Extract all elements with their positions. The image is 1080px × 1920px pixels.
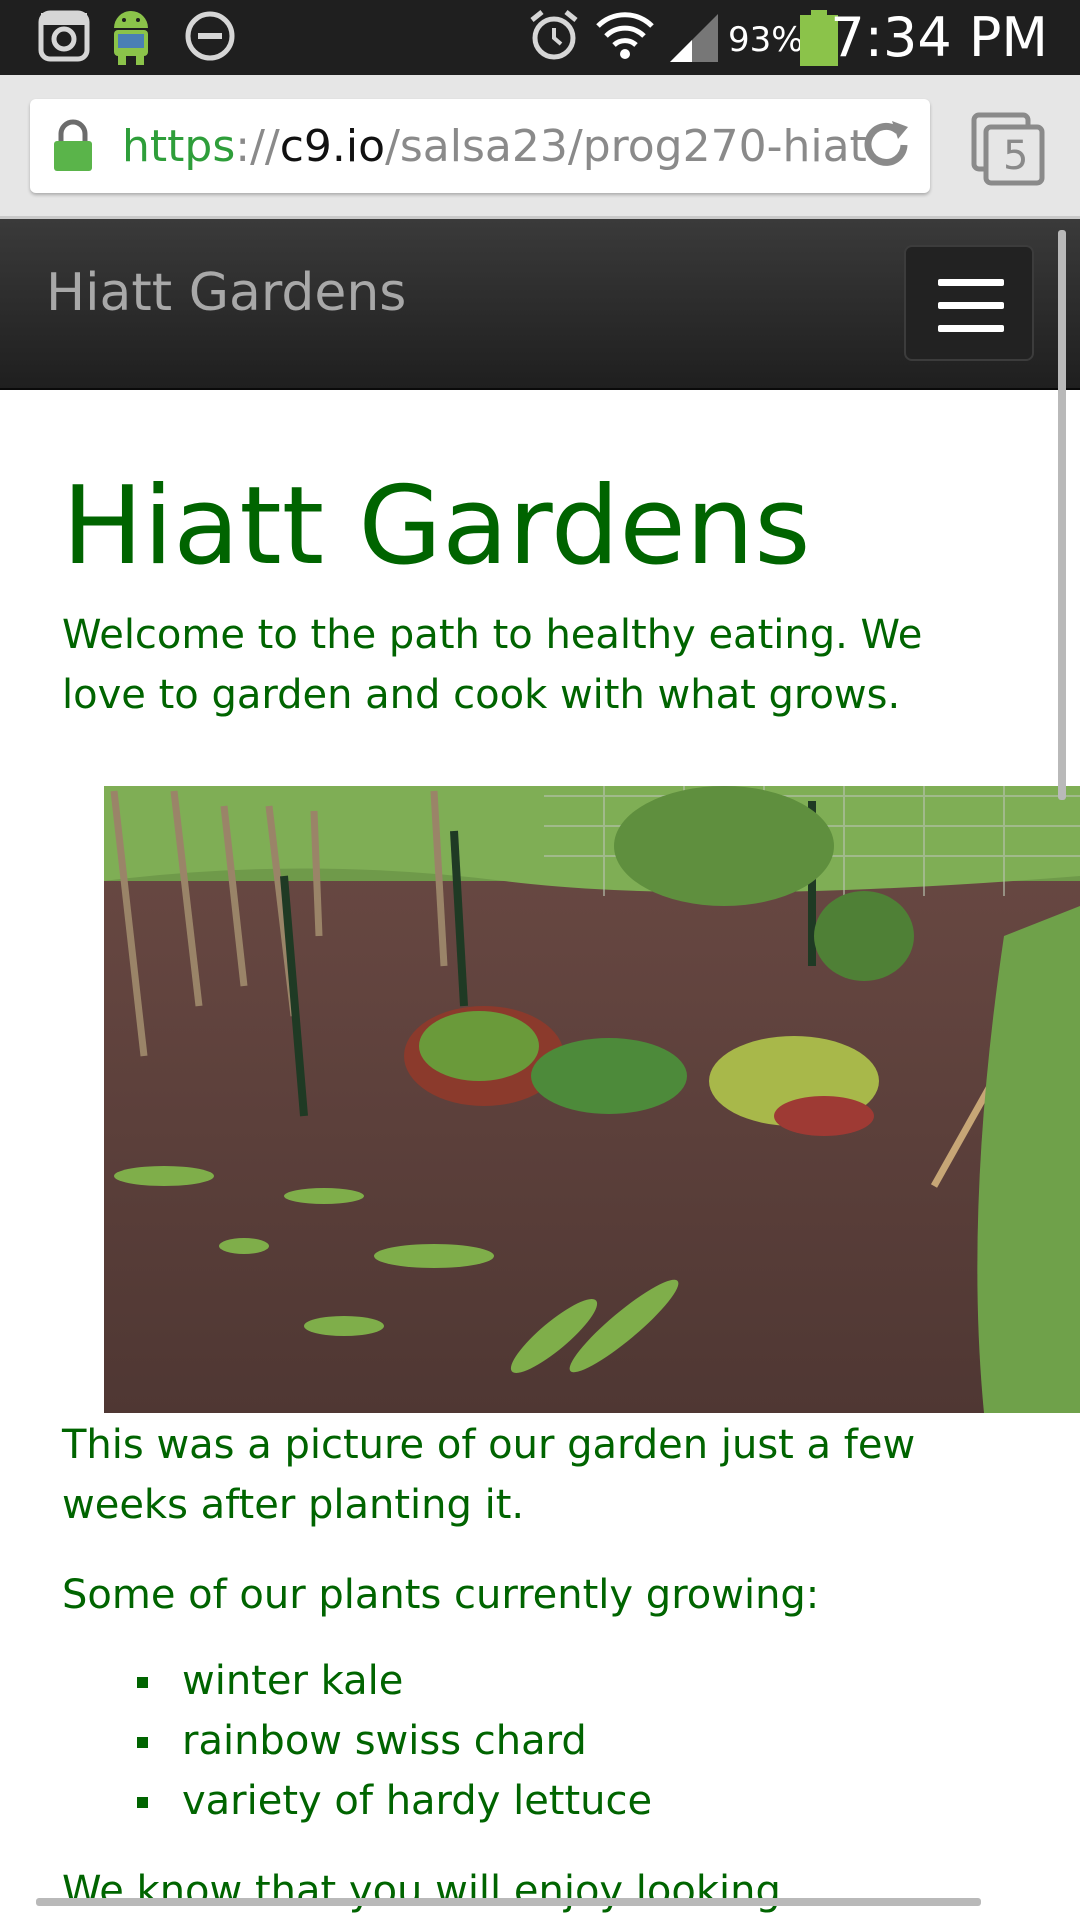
do-not-disturb-icon <box>184 10 236 67</box>
outro-text: We know that you will enjoy looking arou… <box>62 1868 781 1914</box>
plants-intro: Some of our plants currently growing: <box>62 1572 820 1618</box>
reload-icon[interactable] <box>858 117 914 178</box>
hamburger-icon <box>938 279 1004 286</box>
photo-caption: This was a picture of our garden just a … <box>62 1422 916 1528</box>
hamburger-menu-button[interactable] <box>904 245 1034 361</box>
clock: 7:34 PM <box>830 6 1048 69</box>
horizontal-scrollbar[interactable] <box>36 1898 981 1906</box>
cell-signal-icon <box>668 12 720 69</box>
list-item: variety of hardy lettuce <box>62 1771 942 1831</box>
after-photo-content: This was a picture of our garden just a … <box>62 1415 942 1920</box>
status-bar: 93% 7:34 PM <box>0 0 1080 75</box>
page-title: Hiatt Gardens <box>62 464 811 589</box>
battery-percent: 93% <box>728 20 804 60</box>
alarm-icon <box>528 8 580 69</box>
garden-photo <box>104 786 1080 1413</box>
android-icon <box>106 6 156 71</box>
address-bar[interactable]: https://c9.io/salsa23/prog270-hiatt-g <box>30 99 930 193</box>
intro-text: Welcome to the path to healthy eating. W… <box>62 612 923 719</box>
vertical-scrollbar[interactable] <box>1058 230 1066 800</box>
wifi-icon <box>596 12 654 65</box>
url-text[interactable]: https://c9.io/salsa23/prog270-hiatt-g <box>122 121 867 172</box>
navbar-brand[interactable]: Hiatt Gardens <box>46 263 406 323</box>
browser-toolbar: https://c9.io/salsa23/prog270-hiatt-g 5 <box>0 75 1080 219</box>
instagram-icon <box>38 10 90 67</box>
plants-list: winter kale rainbow swiss chard variety … <box>62 1651 942 1831</box>
main-content: Hiatt Gardens Welcome to the path to hea… <box>62 470 962 725</box>
tabs-button[interactable]: 5 <box>968 111 1048 191</box>
list-item: rainbow swiss chard <box>62 1711 942 1771</box>
tab-count: 5 <box>1003 133 1029 179</box>
site-navbar: Hiatt Gardens <box>0 219 1080 390</box>
lock-icon <box>52 119 94 178</box>
list-item: winter kale <box>62 1651 942 1711</box>
